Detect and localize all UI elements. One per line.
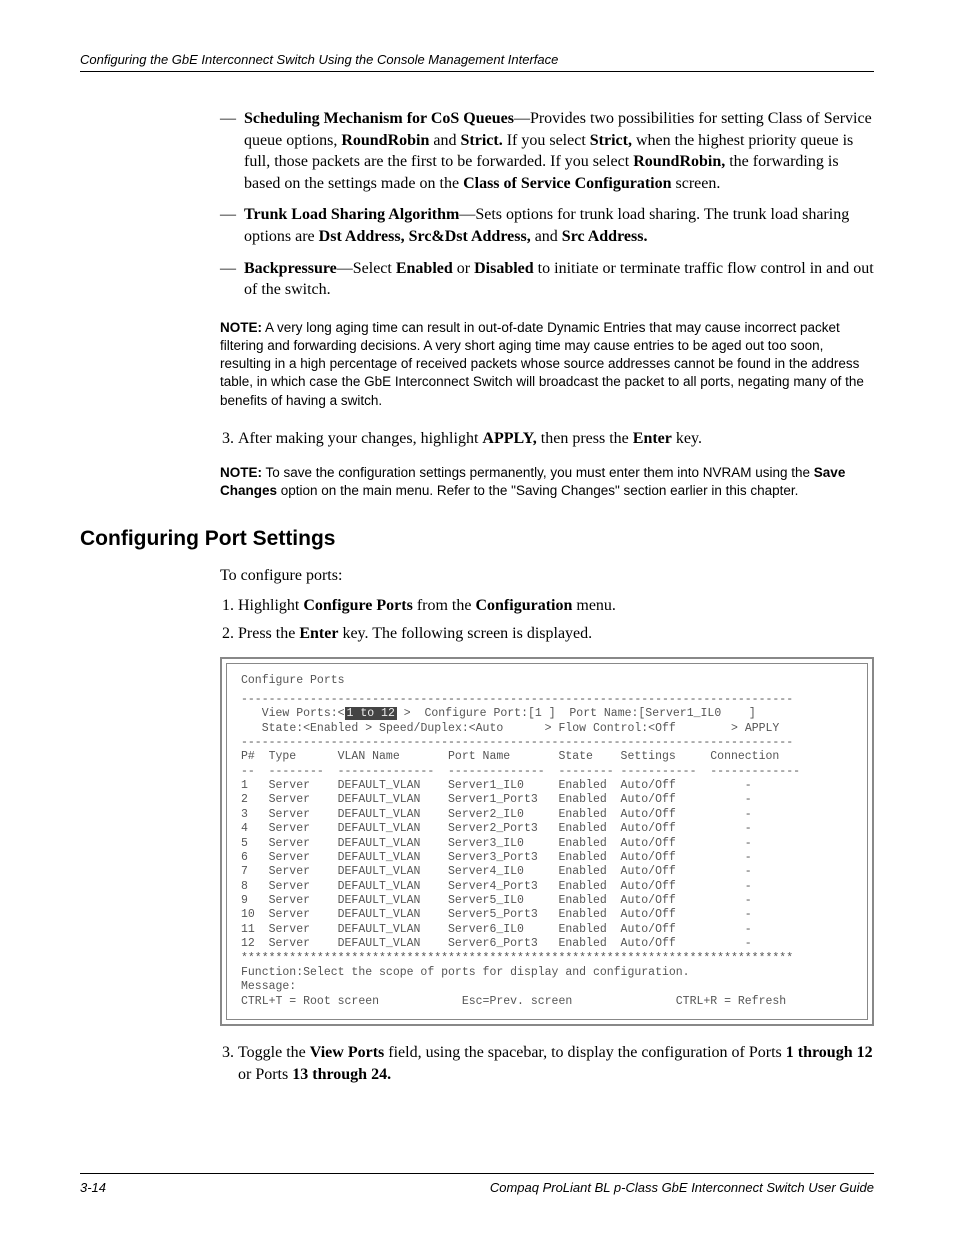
table-row: 10 Server DEFAULT_VLAN Server5_Port3 Ena… <box>241 908 752 921</box>
term-configure-ports: Configure Ports <box>303 597 412 614</box>
dash-bullet-list: Scheduling Mechanism for CoS Queues—Prov… <box>220 108 874 301</box>
table-row: 3 Server DEFAULT_VLAN Server2_IL0 Enable… <box>241 808 752 821</box>
text: field, using the spacebar, to display th… <box>384 1044 786 1061</box>
term-trunk-opts1: Dst Address, Src&Dst Address, <box>319 228 531 245</box>
step-list-continued: After making your changes, highlight APP… <box>238 428 874 450</box>
term-configuration-menu: Configuration <box>475 597 572 614</box>
star-line: ****************************************… <box>241 952 793 965</box>
heading-configuring-port-settings: Configuring Port Settings <box>80 527 874 551</box>
text: or <box>453 260 474 277</box>
text: If you select <box>503 132 590 149</box>
view-ports-value: 1 to 12 <box>345 707 397 720</box>
running-header: Configuring the GbE Interconnect Switch … <box>80 52 874 72</box>
term-scheduling: Scheduling Mechanism for CoS Queues <box>244 110 514 127</box>
term-enabled: Enabled <box>396 260 453 277</box>
text: screen. <box>672 175 721 192</box>
text: After making your changes, highlight <box>238 430 482 447</box>
term-1-12: 1 through 12 <box>786 1044 873 1061</box>
table-divider: -- -------- -------------- -------------… <box>241 765 800 778</box>
term-disabled: Disabled <box>474 260 534 277</box>
table-row: 11 Server DEFAULT_VLAN Server6_IL0 Enabl… <box>241 923 752 936</box>
note-text: option on the main menu. Refer to the "S… <box>277 483 798 498</box>
table-row: 7 Server DEFAULT_VLAN Server4_IL0 Enable… <box>241 865 752 878</box>
term-roundrobin: RoundRobin <box>341 132 429 149</box>
bullet-scheduling: Scheduling Mechanism for CoS Queues—Prov… <box>220 108 874 194</box>
step-2-enter: Press the Enter key. The following scree… <box>238 623 874 645</box>
note-text: A very long aging time can result in out… <box>220 320 864 408</box>
text: then press the <box>537 430 633 447</box>
text: Press the <box>238 625 299 642</box>
term-enter: Enter <box>299 625 338 642</box>
page-footer: 3-14 Compaq ProLiant BL p-Class GbE Inte… <box>80 1173 874 1195</box>
port-steps: Highlight Configure Ports from the Confi… <box>238 595 874 646</box>
bullet-trunk: Trunk Load Sharing Algorithm—Sets option… <box>220 204 874 247</box>
note-text: To save the configuration settings perma… <box>262 465 814 480</box>
note-aging: NOTE: A very long aging time can result … <box>220 319 874 410</box>
term-13-24: 13 through 24. <box>292 1066 391 1083</box>
term-strict: Strict. <box>460 132 502 149</box>
table-row: 6 Server DEFAULT_VLAN Server3_Port3 Enab… <box>241 851 752 864</box>
function-line: Function:Select the scope of ports for d… <box>241 966 690 979</box>
term-trunk-opts2: Src Address. <box>562 228 648 245</box>
table-row: 9 Server DEFAULT_VLAN Server5_IL0 Enable… <box>241 894 752 907</box>
note-label: NOTE: <box>220 465 262 480</box>
term-cos-config: Class of Service Configuration <box>463 175 671 192</box>
term-view-ports: View Ports <box>310 1044 385 1061</box>
step-1-highlight: Highlight Configure Ports from the Confi… <box>238 595 874 617</box>
term-trunk-algo: Trunk Load Sharing Algorithm <box>244 206 459 223</box>
term-strict2: Strict, <box>590 132 632 149</box>
text: and <box>429 132 460 149</box>
page-number: 3-14 <box>80 1180 106 1195</box>
table-row: 5 Server DEFAULT_VLAN Server3_IL0 Enable… <box>241 837 752 850</box>
doc-title: Compaq ProLiant BL p-Class GbE Interconn… <box>490 1180 874 1195</box>
apply-label: APPLY <box>745 722 780 735</box>
text: from the <box>413 597 476 614</box>
bullet-backpressure: Backpressure—Select Enabled or Disabled … <box>220 258 874 301</box>
term-backpressure: Backpressure <box>244 260 337 277</box>
view-ports-label: View Ports: <box>262 707 338 720</box>
text: —Select <box>337 260 396 277</box>
terminal-screenshot: Configure Ports-------------------------… <box>220 657 874 1026</box>
step-3-toggle: Toggle the View Ports field, using the s… <box>238 1042 874 1087</box>
port-steps-continued: Toggle the View Ports field, using the s… <box>238 1042 874 1087</box>
terminal-title: Configure Ports <box>241 674 853 688</box>
intro-text: To configure ports: <box>220 567 874 585</box>
table-row: 8 Server DEFAULT_VLAN Server4_Port3 Enab… <box>241 880 752 893</box>
term-enter: Enter <box>633 430 672 447</box>
text: and <box>531 228 562 245</box>
message-line: Message: <box>241 980 296 993</box>
table-row: 1 Server DEFAULT_VLAN Server1_IL0 Enable… <box>241 779 752 792</box>
text: menu. <box>572 597 616 614</box>
configure-port-line: Configure Port:[1 ] Port Name:[Server1_I… <box>424 707 755 720</box>
note-save-changes: NOTE: To save the configuration settings… <box>220 464 874 500</box>
table-row: 2 Server DEFAULT_VLAN Server1_Port3 Enab… <box>241 793 752 806</box>
state-line: State:<Enabled > Speed/Duplex:<Auto > Fl… <box>262 722 745 735</box>
text: Highlight <box>238 597 303 614</box>
terminal-content: Configure Ports-------------------------… <box>226 663 868 1020</box>
step-3-apply: After making your changes, highlight APP… <box>238 428 874 450</box>
text: or Ports <box>238 1066 292 1083</box>
term-apply: APPLY, <box>482 430 536 447</box>
footer-line: CTRL+T = Root screen Esc=Prev. screen CT… <box>241 995 786 1008</box>
note-label: NOTE: <box>220 320 262 335</box>
table-row: 4 Server DEFAULT_VLAN Server2_Port3 Enab… <box>241 822 752 835</box>
table-header: P# Type VLAN Name Port Name State Settin… <box>241 750 779 763</box>
text: key. The following screen is displayed. <box>338 625 592 642</box>
term-roundrobin2: RoundRobin, <box>633 153 725 170</box>
table-row: 12 Server DEFAULT_VLAN Server6_Port3 Ena… <box>241 937 752 950</box>
text: Toggle the <box>238 1044 310 1061</box>
text: key. <box>672 430 702 447</box>
